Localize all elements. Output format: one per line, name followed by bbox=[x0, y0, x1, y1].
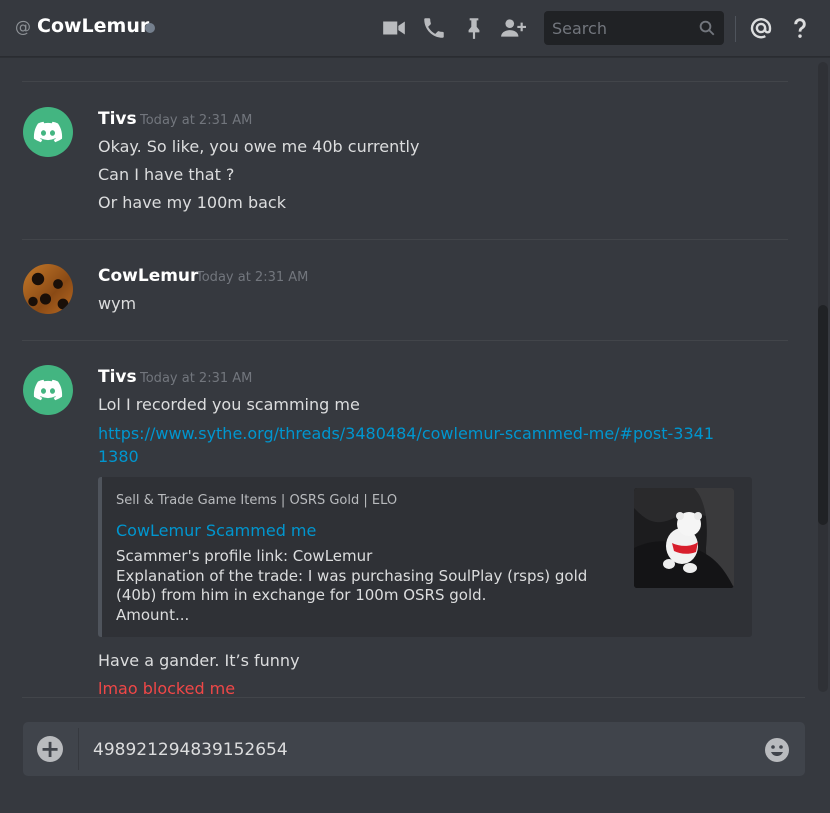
embed-description-line: Explanation of the trade: I was purchasi… bbox=[116, 566, 588, 585]
message-author[interactable]: Tivs bbox=[98, 109, 137, 129]
message-timestamp: Today at 2:31 AM bbox=[196, 270, 309, 285]
message-divider bbox=[22, 340, 788, 341]
header-divider bbox=[735, 16, 736, 42]
at-icon: @ bbox=[15, 17, 31, 36]
discord-logo-icon bbox=[33, 121, 63, 143]
composer-separator bbox=[78, 728, 79, 770]
message-timestamp: Today at 2:31 AM bbox=[140, 113, 253, 128]
message-text: Okay. So like, you owe me 40b currently bbox=[98, 137, 420, 156]
search-input[interactable] bbox=[544, 11, 692, 45]
message-text-error: lmao blocked me bbox=[98, 679, 236, 697]
message-author[interactable]: CowLemur bbox=[98, 266, 198, 286]
add-friend-icon[interactable] bbox=[500, 15, 526, 41]
message-text: Lol I recorded you scamming me bbox=[98, 395, 360, 414]
embed-description-line: (40b) from him in exchange for 100m OSRS… bbox=[116, 586, 487, 604]
message-divider bbox=[22, 81, 788, 82]
avatar[interactable] bbox=[23, 365, 73, 415]
message-text: Can I have that ? bbox=[98, 165, 235, 184]
message-list[interactable]: Tivs Today at 2:31 AM Okay. So like, you… bbox=[0, 57, 818, 697]
embed-description-line: Scammer's profile link: CowLemur bbox=[116, 547, 373, 565]
voice-call-icon[interactable] bbox=[421, 15, 447, 41]
mention-icon[interactable] bbox=[748, 15, 774, 41]
status-indicator-offline bbox=[145, 23, 155, 33]
embed-title-link[interactable]: CowLemur Scammed me bbox=[116, 521, 316, 540]
scrollbar-thumb[interactable] bbox=[818, 305, 828, 525]
message-text: Or have my 100m back bbox=[98, 193, 286, 212]
message-input[interactable] bbox=[91, 722, 745, 778]
embed-provider[interactable]: Sell & Trade Game Items | OSRS Gold | EL… bbox=[116, 493, 397, 508]
avatar[interactable] bbox=[23, 107, 73, 157]
message-text: wym bbox=[98, 294, 137, 313]
upload-plus-icon[interactable]: + bbox=[37, 736, 63, 762]
channel-header: @ CowLemur bbox=[0, 0, 830, 57]
message-divider bbox=[22, 239, 788, 240]
search-box[interactable] bbox=[544, 11, 724, 45]
link-embed: Sell & Trade Game Items | OSRS Gold | EL… bbox=[98, 477, 752, 637]
dm-recipient-name: CowLemur bbox=[37, 15, 150, 37]
embed-description: Scammer's profile link: CowLemur Explana… bbox=[116, 547, 588, 625]
message-timestamp: Today at 2:31 AM bbox=[140, 371, 253, 386]
message-text: Have a gander. It’s funny bbox=[98, 651, 300, 670]
embed-thumbnail[interactable] bbox=[634, 488, 734, 588]
emoji-picker-icon[interactable] bbox=[763, 736, 791, 764]
avatar[interactable] bbox=[23, 264, 73, 314]
search-icon[interactable] bbox=[698, 19, 716, 37]
message-link[interactable]: https://www.sythe.org/threads/3480484/co… bbox=[98, 422, 718, 468]
pin-icon[interactable] bbox=[461, 15, 487, 41]
help-icon[interactable] bbox=[787, 15, 813, 41]
embed-description-line: Amount... bbox=[116, 605, 190, 624]
video-call-icon[interactable] bbox=[381, 15, 407, 41]
message-author[interactable]: Tivs bbox=[98, 367, 137, 387]
composer-divider bbox=[22, 697, 805, 698]
discord-logo-icon bbox=[33, 379, 63, 401]
message-composer: + bbox=[23, 722, 805, 778]
